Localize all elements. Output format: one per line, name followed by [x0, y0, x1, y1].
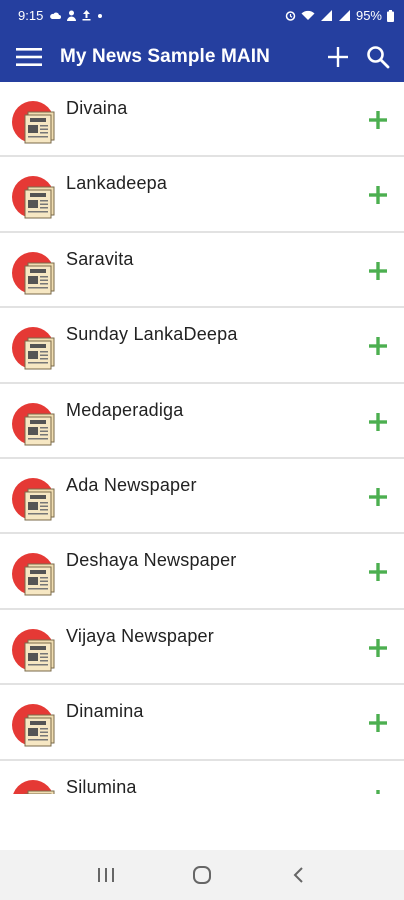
recent-apps-icon — [98, 868, 114, 882]
back-icon — [293, 867, 303, 883]
list-item-name: Vijaya Newspaper — [66, 625, 214, 646]
list-item[interactable]: Saravita — [0, 232, 404, 309]
wifi-icon — [301, 10, 315, 20]
add-newspaper-button[interactable] — [366, 485, 390, 509]
list-item[interactable]: Medaperadiga — [0, 383, 404, 459]
add-icon — [369, 638, 387, 657]
add-newspaper-button[interactable] — [366, 560, 390, 584]
page-title: My News Sample MAIN — [60, 45, 270, 67]
add-icon — [369, 412, 387, 431]
list-item-name: Lankadeepa — [66, 173, 168, 194]
list-item-name: Dinamina — [66, 701, 144, 722]
list-item[interactable]: Sunday LankaDeepa — [0, 308, 404, 384]
account-icon — [67, 10, 77, 21]
list-item-name: Deshaya Newspaper — [66, 550, 237, 571]
add-icon — [369, 337, 387, 356]
newspaper-icon — [12, 100, 56, 144]
add-icon — [369, 487, 387, 506]
recent-apps-button[interactable] — [86, 855, 126, 895]
home-icon — [193, 866, 211, 884]
add-icon — [369, 111, 387, 129]
battery-icon — [387, 9, 394, 22]
status-right: 95% — [285, 8, 394, 23]
app-bar: My News Sample MAIN — [0, 31, 404, 82]
newspaper-icon — [12, 628, 56, 672]
add-icon — [369, 563, 387, 582]
list-item-name: Sunday LankaDeepa — [66, 324, 238, 345]
newspaper-icon — [12, 477, 56, 521]
battery-percent: 95% — [355, 8, 382, 23]
list-item[interactable]: Ada Newspaper — [0, 458, 404, 535]
list-item-name: Silumina — [66, 776, 137, 794]
status-bar: 9:15 95% — [0, 0, 404, 31]
alarm-icon — [285, 11, 296, 21]
newspaper-icon — [12, 326, 56, 370]
newspaper-icon — [12, 251, 56, 295]
status-time: 9:15 — [18, 8, 44, 23]
list-item-name: Divaina — [66, 98, 128, 118]
add-icon — [369, 261, 387, 280]
system-nav-bar — [0, 850, 404, 900]
add-newspaper-button[interactable] — [366, 787, 390, 794]
newspaper-icon — [12, 779, 56, 794]
add-newspaper-button[interactable] — [366, 183, 390, 207]
dot-icon — [98, 13, 103, 18]
search-button[interactable] — [358, 31, 398, 82]
newspaper-list: Divaina Lankadeepa Saravita Sunday LankaDee… — [0, 82, 404, 794]
newspaper-icon — [12, 175, 56, 219]
add-icon — [328, 46, 348, 67]
list-item[interactable]: Lankadeepa — [0, 157, 404, 233]
add-newspaper-button[interactable] — [366, 636, 390, 660]
list-item[interactable]: Divaina — [0, 82, 404, 158]
home-button[interactable] — [182, 855, 222, 895]
list-item[interactable]: Deshaya Newspaper — [0, 534, 404, 610]
newspaper-icon — [12, 552, 56, 596]
add-newspaper-button[interactable] — [366, 410, 390, 434]
signal-icon — [320, 10, 332, 21]
add-button[interactable] — [318, 31, 358, 82]
status-left: 9:15 — [18, 8, 103, 23]
add-newspaper-button[interactable] — [366, 259, 390, 283]
cloud-icon — [50, 12, 62, 19]
list-item-name: Saravita — [66, 248, 134, 269]
app-actions — [318, 31, 404, 82]
menu-button[interactable] — [0, 31, 58, 82]
list-item-name: Medaperadiga — [66, 399, 184, 420]
list-item[interactable]: Vijaya Newspaper — [0, 609, 404, 686]
add-newspaper-button[interactable] — [366, 711, 390, 735]
list-item[interactable]: Dinamina — [0, 685, 404, 761]
add-icon — [369, 714, 387, 733]
add-newspaper-button[interactable] — [366, 108, 390, 132]
search-icon — [367, 45, 390, 68]
upload-icon — [82, 10, 91, 21]
back-button[interactable] — [278, 855, 318, 895]
menu-icon — [16, 47, 42, 66]
list-item-name: Ada Newspaper — [66, 474, 197, 495]
newspaper-icon — [12, 402, 56, 446]
add-icon — [376, 789, 380, 794]
signal-icon — [338, 10, 350, 21]
add-newspaper-button[interactable] — [366, 334, 390, 358]
list-item[interactable]: Silumina — [0, 760, 404, 794]
add-icon — [369, 186, 387, 205]
newspaper-icon — [12, 703, 56, 747]
